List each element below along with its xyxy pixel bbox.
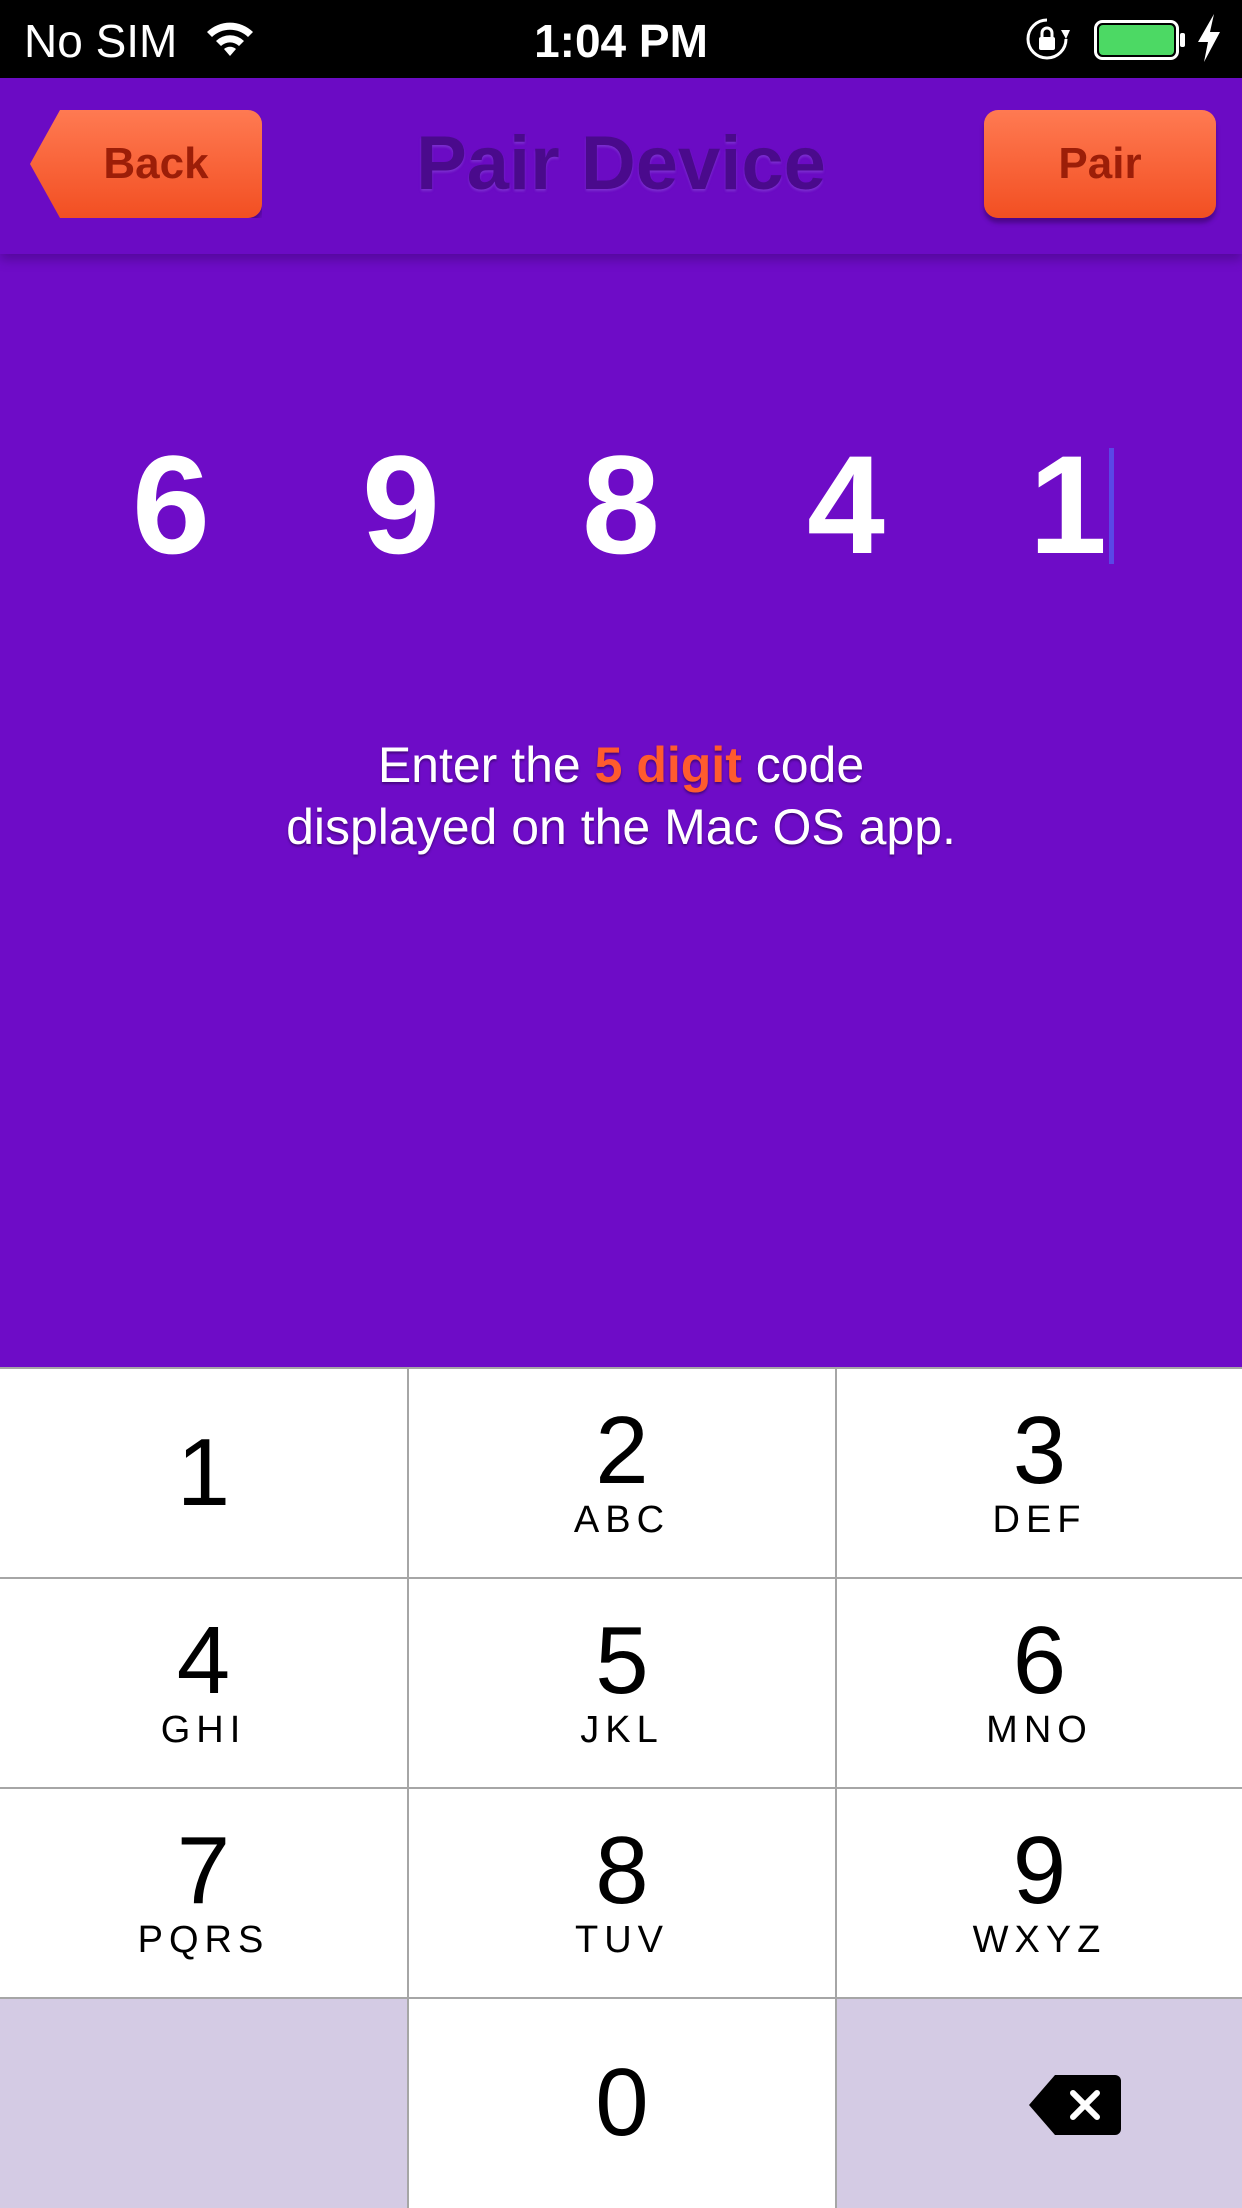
text-cursor — [1109, 448, 1114, 564]
key-digit: 1 — [176, 1419, 231, 1526]
pair-button[interactable]: Pair — [984, 110, 1216, 218]
key-digit: 5 — [595, 1607, 649, 1714]
rotation-lock-icon — [1026, 18, 1070, 60]
key-3[interactable]: 3 DEF — [835, 1367, 1242, 1577]
key-digit: 0 — [595, 2049, 649, 2156]
charging-bolt-icon — [1198, 14, 1220, 62]
key-6[interactable]: 6 MNO — [835, 1577, 1242, 1787]
delete-backspace-icon — [1029, 2075, 1121, 2135]
key-4[interactable]: 4 GHI — [0, 1577, 407, 1787]
battery-icon — [1094, 20, 1185, 60]
status-bar: No SIM 1:04 PM — [0, 0, 1242, 78]
instruction-line2: displayed on the Mac OS app. — [286, 799, 956, 855]
instruction-text: Enter the 5 digit code displayed on the … — [0, 734, 1242, 858]
key-letters: GHI — [160, 1709, 247, 1751]
key-letters: PQRS — [137, 1919, 270, 1961]
key-blank — [0, 1997, 407, 2208]
key-letters: TUV — [575, 1919, 669, 1961]
instruction-pre: Enter the — [377, 737, 581, 793]
key-7[interactable]: 7 PQRS — [0, 1787, 407, 1997]
key-digit: 4 — [176, 1607, 231, 1714]
key-letters: WXYZ — [972, 1919, 1107, 1961]
code-entry-field[interactable]: 6 9 8 4 1 — [0, 430, 1242, 580]
key-digit: 2 — [595, 1397, 649, 1504]
instruction-highlight: 5 digit — [594, 737, 742, 793]
instruction-post: code — [755, 737, 865, 793]
key-digit: 3 — [1012, 1397, 1067, 1504]
key-9[interactable]: 9 WXYZ — [835, 1787, 1242, 1997]
code-digit: 4 — [807, 426, 885, 583]
key-digit: 8 — [595, 1817, 649, 1924]
key-digit: 6 — [1012, 1607, 1067, 1714]
key-digit: 7 — [176, 1817, 231, 1924]
key-2[interactable]: 2 ABC — [407, 1367, 835, 1577]
key-0[interactable]: 0 — [407, 1997, 835, 2208]
key-8[interactable]: 8 TUV — [407, 1787, 835, 1997]
key-5[interactable]: 5 JKL — [407, 1577, 835, 1787]
key-letters: ABC — [573, 1499, 671, 1541]
key-1[interactable]: 1 — [0, 1367, 407, 1577]
key-letters: DEF — [992, 1499, 1087, 1541]
pair-button-label: Pair — [1058, 139, 1142, 188]
code-digit: 9 — [362, 426, 440, 583]
navigation-bar: Back Pair Device Pair — [0, 78, 1242, 254]
delete-key[interactable] — [835, 1997, 1242, 2208]
key-letters: JKL — [580, 1709, 664, 1751]
key-digit: 9 — [1012, 1817, 1067, 1924]
code-digit: 6 — [132, 426, 210, 583]
code-digit: 8 — [582, 426, 660, 583]
key-letters: MNO — [986, 1709, 1093, 1751]
numeric-keypad: 1 2 ABC 3 DEF 4 GHI 5 JKL 6 MNO 7 PQRS 8… — [0, 1367, 1242, 2208]
